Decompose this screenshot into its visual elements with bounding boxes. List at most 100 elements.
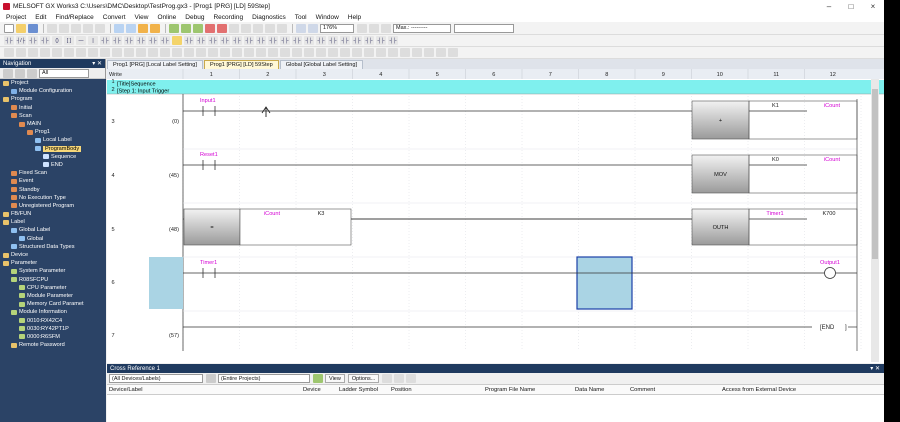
menu-item[interactable]: Recording	[213, 14, 243, 21]
column-header[interactable]: Data Name	[575, 387, 604, 393]
scrollbar-thumb[interactable]	[872, 89, 878, 259]
tool-icon[interactable]	[229, 23, 239, 33]
tree-item[interactable]: R08SFCPU	[0, 276, 106, 284]
tool-icon[interactable]	[304, 48, 314, 57]
tree-item[interactable]: 0030:RY42PT1P	[0, 325, 106, 333]
tool-icon[interactable]	[241, 23, 251, 33]
instruction-icon[interactable]: [ ]	[64, 36, 74, 45]
contact-icon[interactable]: ┤├	[316, 36, 326, 45]
tree-item[interactable]: Structured Data Types	[0, 243, 106, 251]
tree-item[interactable]: Global	[0, 235, 106, 243]
column-header[interactable]: Ladder Symbol	[339, 387, 378, 393]
contact-icon[interactable]: ┤├	[100, 36, 110, 45]
menu-item[interactable]: View	[135, 14, 149, 21]
tool-icon[interactable]	[148, 48, 158, 57]
contact-icon[interactable]: ┤├	[292, 36, 302, 45]
tool-icon[interactable]	[369, 23, 379, 33]
contact-icon[interactable]: ┤├	[280, 36, 290, 45]
menu-item[interactable]: Edit	[35, 14, 46, 21]
tree-item[interactable]: Prog1	[0, 128, 106, 136]
tree-item[interactable]: ProgramBody	[0, 145, 106, 153]
tool-icon[interactable]	[412, 48, 422, 57]
zoom-in-icon[interactable]	[296, 23, 306, 33]
document-tab[interactable]: Prog1 [PRG] [Local Label Setting]	[107, 60, 203, 69]
tree-item[interactable]: Program	[0, 95, 106, 103]
menu-item[interactable]: Project	[6, 14, 26, 21]
minimize-button[interactable]: –	[818, 0, 840, 12]
read-plc-icon[interactable]	[169, 23, 179, 33]
contact-icon[interactable]: ┤├	[40, 36, 50, 45]
tool-icon[interactable]	[244, 48, 254, 57]
document-tab[interactable]: Prog1 [PRG] [LD] 59Step	[203, 60, 279, 69]
navigation-filter[interactable]: All	[39, 68, 89, 78]
tool-icon[interactable]	[316, 48, 326, 57]
tree-item[interactable]: Parameter	[0, 259, 106, 267]
open-icon[interactable]	[16, 23, 26, 33]
contact-icon[interactable]: ┤├	[208, 36, 218, 45]
contact-icon[interactable]: ┤├	[376, 36, 386, 45]
contact-icon[interactable]: ┤├	[112, 36, 122, 45]
menu-item[interactable]: Window	[316, 14, 339, 21]
tree-item[interactable]: Unregistered Program	[0, 202, 106, 210]
redo-icon[interactable]	[95, 23, 105, 33]
contact-icon[interactable]: ┤├	[388, 36, 398, 45]
save-icon[interactable]	[28, 23, 38, 33]
menu-item[interactable]: Find/Replace	[55, 14, 93, 21]
tool-icon[interactable]	[124, 48, 134, 57]
tool-icon[interactable]	[100, 48, 110, 57]
contact-icon[interactable]: ┤├	[28, 36, 38, 45]
tool-icon[interactable]	[232, 48, 242, 57]
ladder-diagram[interactable]: Write 1 2 3 4 5 6 7 8 9 10 11 12[Title]Sequence[Step…	[107, 69, 884, 363]
tool-icon[interactable]	[4, 48, 14, 57]
scope-combo[interactable]: (Entire Projects)	[218, 374, 310, 383]
undo-icon[interactable]	[83, 23, 93, 33]
find-icon[interactable]	[114, 23, 124, 33]
copy-icon[interactable]	[59, 23, 69, 33]
tool-icon[interactable]	[64, 48, 74, 57]
tool-icon[interactable]	[280, 48, 290, 57]
build-icon[interactable]	[150, 23, 160, 33]
contact-icon[interactable]: ┤├	[340, 36, 350, 45]
device-filter-combo[interactable]: (All Devices/Labels)	[109, 374, 203, 383]
paste-icon[interactable]	[71, 23, 81, 33]
pin-icon[interactable]: ▾ ✕	[92, 60, 102, 67]
tool-icon[interactable]	[160, 48, 170, 57]
line-icon[interactable]: —	[76, 36, 86, 45]
tool-icon[interactable]	[28, 48, 38, 57]
blank-combo[interactable]	[454, 23, 514, 33]
tool-icon[interactable]	[400, 48, 410, 57]
menu-item[interactable]: Debug	[185, 14, 204, 21]
tool-icon[interactable]	[376, 48, 386, 57]
maximize-button[interactable]: □	[840, 0, 862, 12]
zoom-combo[interactable]: 176%	[320, 23, 354, 33]
tree-item[interactable]: Sequence	[0, 153, 106, 161]
tool-icon[interactable]	[40, 48, 50, 57]
tool-icon[interactable]	[88, 48, 98, 57]
tree-item[interactable]: Fixed Scan	[0, 169, 106, 177]
tree-item[interactable]: System Parameter	[0, 267, 106, 275]
expand-icon[interactable]	[15, 68, 25, 78]
contact-icon[interactable]: ┤├	[232, 36, 242, 45]
replace-icon[interactable]	[126, 23, 136, 33]
contact-no-icon[interactable]: ┤├	[4, 36, 14, 45]
tool-icon[interactable]	[256, 48, 266, 57]
menu-item[interactable]: Convert	[103, 14, 126, 21]
document-tab[interactable]: Global [Global Label Setting]	[279, 60, 363, 69]
tool-icon[interactable]	[220, 48, 230, 57]
menu-item[interactable]: Online	[158, 14, 177, 21]
device-combo[interactable]: Max.: ---------	[393, 23, 451, 33]
tree-item[interactable]: FB/FUN	[0, 210, 106, 218]
tool-icon[interactable]	[172, 48, 182, 57]
tree-item[interactable]: Module Parameter	[0, 292, 106, 300]
menu-item[interactable]: Tool	[295, 14, 307, 21]
contact-nc-icon[interactable]: ┤/├	[16, 36, 26, 45]
tool-icon[interactable]	[196, 48, 206, 57]
tree-item[interactable]: Standby	[0, 185, 106, 193]
contact-icon[interactable]: ┤├	[328, 36, 338, 45]
tree-item[interactable]: Project	[0, 79, 106, 87]
fb-icon[interactable]	[172, 36, 182, 45]
tool-icon[interactable]	[253, 23, 263, 33]
convert-icon[interactable]	[138, 23, 148, 33]
editor-scrollbar[interactable]	[871, 79, 879, 362]
tree-item[interactable]: Initial	[0, 104, 106, 112]
